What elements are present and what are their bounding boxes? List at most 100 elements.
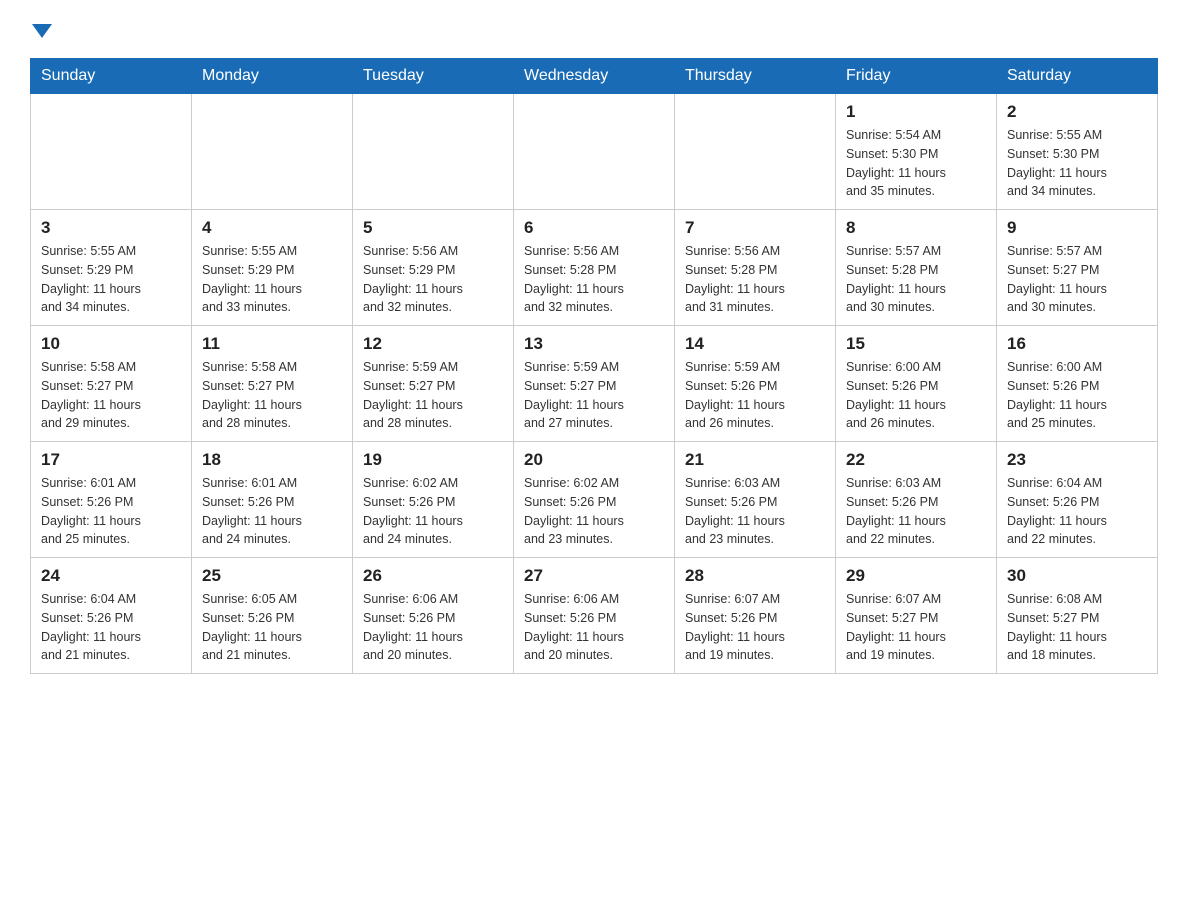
calendar-cell: 14 Sunrise: 5:59 AM Sunset: 5:26 PM Dayli…: [675, 326, 836, 442]
calendar-cell: 11Sunrise: 5:58 AM Sunset: 5:27 PM Dayli…: [192, 326, 353, 442]
day-number: 29: [846, 566, 986, 586]
day-number: 9: [1007, 218, 1147, 238]
day-number: 13: [524, 334, 664, 354]
day-info: Sunrise: 6:03 AM Sunset: 5:26 PM Dayligh…: [846, 474, 986, 549]
day-info: Sunrise: 6:02 AM Sunset: 5:26 PM Dayligh…: [524, 474, 664, 549]
day-number: 6: [524, 218, 664, 238]
calendar-cell: 29 Sunrise: 6:07 AM Sunset: 5:27 PM Dayli…: [836, 558, 997, 674]
calendar-cell: 25 Sunrise: 6:05 AM Sunset: 5:26 PM Dayli…: [192, 558, 353, 674]
week-row-4: 17 Sunrise: 6:01 AM Sunset: 5:26 PM Dayli…: [31, 442, 1158, 558]
day-number: 27: [524, 566, 664, 586]
day-number: 22: [846, 450, 986, 470]
day-info: Sunrise: 6:01 AM Sunset: 5:26 PM Dayligh…: [41, 474, 181, 549]
day-number: 12: [363, 334, 503, 354]
day-info: Sunrise: 5:59 AM Sunset: 5:26 PM Dayligh…: [685, 358, 825, 433]
day-number: 17: [41, 450, 181, 470]
calendar-cell: 2 Sunrise: 5:55 AM Sunset: 5:30 PM Daylig…: [997, 94, 1158, 210]
day-info: Sunrise: 6:02 AM Sunset: 5:26 PM Dayligh…: [363, 474, 503, 549]
day-info: Sunrise: 5:57 AM Sunset: 5:28 PM Dayligh…: [846, 242, 986, 317]
day-info: Sunrise: 6:04 AM Sunset: 5:26 PM Dayligh…: [1007, 474, 1147, 549]
day-number: 30: [1007, 566, 1147, 586]
day-info: Sunrise: 5:56 AM Sunset: 5:28 PM Dayligh…: [685, 242, 825, 317]
day-number: 3: [41, 218, 181, 238]
calendar-cell: 15Sunrise: 6:00 AM Sunset: 5:26 PM Dayli…: [836, 326, 997, 442]
day-number: 18: [202, 450, 342, 470]
day-info: Sunrise: 5:55 AM Sunset: 5:29 PM Dayligh…: [202, 242, 342, 317]
day-number: 23: [1007, 450, 1147, 470]
calendar-cell: 3 Sunrise: 5:55 AM Sunset: 5:29 PM Daylig…: [31, 210, 192, 326]
calendar-cell: 6 Sunrise: 5:56 AM Sunset: 5:28 PM Daylig…: [514, 210, 675, 326]
calendar-cell: 9 Sunrise: 5:57 AM Sunset: 5:27 PM Daylig…: [997, 210, 1158, 326]
day-number: 16: [1007, 334, 1147, 354]
day-number: 28: [685, 566, 825, 586]
day-number: 4: [202, 218, 342, 238]
day-info: Sunrise: 6:06 AM Sunset: 5:26 PM Dayligh…: [363, 590, 503, 665]
day-number: 10: [41, 334, 181, 354]
day-info: Sunrise: 6:07 AM Sunset: 5:26 PM Dayligh…: [685, 590, 825, 665]
day-number: 24: [41, 566, 181, 586]
day-header-wednesday: Wednesday: [514, 59, 675, 94]
day-header-friday: Friday: [836, 59, 997, 94]
day-info: Sunrise: 5:59 AM Sunset: 5:27 PM Dayligh…: [363, 358, 503, 433]
calendar-cell: 17 Sunrise: 6:01 AM Sunset: 5:26 PM Dayli…: [31, 442, 192, 558]
calendar-cell: 13 Sunrise: 5:59 AM Sunset: 5:27 PM Dayli…: [514, 326, 675, 442]
calendar-cell: 19 Sunrise: 6:02 AM Sunset: 5:26 PM Dayli…: [353, 442, 514, 558]
week-row-5: 24 Sunrise: 6:04 AM Sunset: 5:26 PM Dayli…: [31, 558, 1158, 674]
day-info: Sunrise: 6:00 AM Sunset: 5:26 PM Dayligh…: [846, 358, 986, 433]
calendar-cell: [192, 94, 353, 210]
day-number: 1: [846, 102, 986, 122]
week-row-3: 10 Sunrise: 5:58 AM Sunset: 5:27 PM Dayli…: [31, 326, 1158, 442]
day-header-tuesday: Tuesday: [353, 59, 514, 94]
day-number: 8: [846, 218, 986, 238]
day-number: 7: [685, 218, 825, 238]
calendar-cell: 27 Sunrise: 6:06 AM Sunset: 5:26 PM Dayli…: [514, 558, 675, 674]
day-number: 21: [685, 450, 825, 470]
day-info: Sunrise: 6:08 AM Sunset: 5:27 PM Dayligh…: [1007, 590, 1147, 665]
calendar-cell: 8 Sunrise: 5:57 AM Sunset: 5:28 PM Daylig…: [836, 210, 997, 326]
day-info: Sunrise: 6:04 AM Sunset: 5:26 PM Dayligh…: [41, 590, 181, 665]
week-row-2: 3 Sunrise: 5:55 AM Sunset: 5:29 PM Daylig…: [31, 210, 1158, 326]
day-number: 14: [685, 334, 825, 354]
calendar-cell: 21 Sunrise: 6:03 AM Sunset: 5:26 PM Dayli…: [675, 442, 836, 558]
day-header-thursday: Thursday: [675, 59, 836, 94]
day-number: 20: [524, 450, 664, 470]
calendar-cell: 4 Sunrise: 5:55 AM Sunset: 5:29 PM Daylig…: [192, 210, 353, 326]
day-info: Sunrise: 5:54 AM Sunset: 5:30 PM Dayligh…: [846, 126, 986, 201]
calendar-cell: [675, 94, 836, 210]
calendar-cell: [514, 94, 675, 210]
day-header-monday: Monday: [192, 59, 353, 94]
calendar-cell: 10Sunrise: 5:58 AM Sunset: 5:27 PM Dayli…: [31, 326, 192, 442]
day-number: 25: [202, 566, 342, 586]
calendar-table: SundayMondayTuesdayWednesdayThursdayFrid…: [30, 58, 1158, 674]
day-info: Sunrise: 6:07 AM Sunset: 5:27 PM Dayligh…: [846, 590, 986, 665]
week-row-1: 1 Sunrise: 5:54 AM Sunset: 5:30 PM Daylig…: [31, 94, 1158, 210]
calendar-cell: 16 Sunrise: 6:00 AM Sunset: 5:26 PM Dayli…: [997, 326, 1158, 442]
day-number: 2: [1007, 102, 1147, 122]
day-info: Sunrise: 6:03 AM Sunset: 5:26 PM Dayligh…: [685, 474, 825, 549]
day-info: Sunrise: 5:55 AM Sunset: 5:29 PM Dayligh…: [41, 242, 181, 317]
day-number: 19: [363, 450, 503, 470]
calendar-cell: 23 Sunrise: 6:04 AM Sunset: 5:26 PM Dayli…: [997, 442, 1158, 558]
day-info: Sunrise: 6:06 AM Sunset: 5:26 PM Dayligh…: [524, 590, 664, 665]
day-info: Sunrise: 6:00 AM Sunset: 5:26 PM Dayligh…: [1007, 358, 1147, 433]
logo: [30, 20, 52, 38]
logo-arrow-icon: [32, 24, 52, 38]
day-info: Sunrise: 5:57 AM Sunset: 5:27 PM Dayligh…: [1007, 242, 1147, 317]
calendar-cell: [31, 94, 192, 210]
calendar-cell: 24 Sunrise: 6:04 AM Sunset: 5:26 PM Dayli…: [31, 558, 192, 674]
day-number: 26: [363, 566, 503, 586]
day-number: 5: [363, 218, 503, 238]
day-info: Sunrise: 5:59 AM Sunset: 5:27 PM Dayligh…: [524, 358, 664, 433]
day-info: Sunrise: 6:05 AM Sunset: 5:26 PM Dayligh…: [202, 590, 342, 665]
days-header-row: SundayMondayTuesdayWednesdayThursdayFrid…: [31, 59, 1158, 94]
day-info: Sunrise: 5:58 AM Sunset: 5:27 PM Dayligh…: [202, 358, 342, 433]
calendar-cell: 1 Sunrise: 5:54 AM Sunset: 5:30 PM Daylig…: [836, 94, 997, 210]
calendar-cell: 20 Sunrise: 6:02 AM Sunset: 5:26 PM Dayli…: [514, 442, 675, 558]
day-info: Sunrise: 5:55 AM Sunset: 5:30 PM Dayligh…: [1007, 126, 1147, 201]
day-info: Sunrise: 5:56 AM Sunset: 5:28 PM Dayligh…: [524, 242, 664, 317]
day-info: Sunrise: 6:01 AM Sunset: 5:26 PM Dayligh…: [202, 474, 342, 549]
calendar-cell: 22 Sunrise: 6:03 AM Sunset: 5:26 PM Dayli…: [836, 442, 997, 558]
calendar-cell: 5Sunrise: 5:56 AM Sunset: 5:29 PM Daylig…: [353, 210, 514, 326]
day-header-saturday: Saturday: [997, 59, 1158, 94]
calendar-cell: 30 Sunrise: 6:08 AM Sunset: 5:27 PM Dayli…: [997, 558, 1158, 674]
